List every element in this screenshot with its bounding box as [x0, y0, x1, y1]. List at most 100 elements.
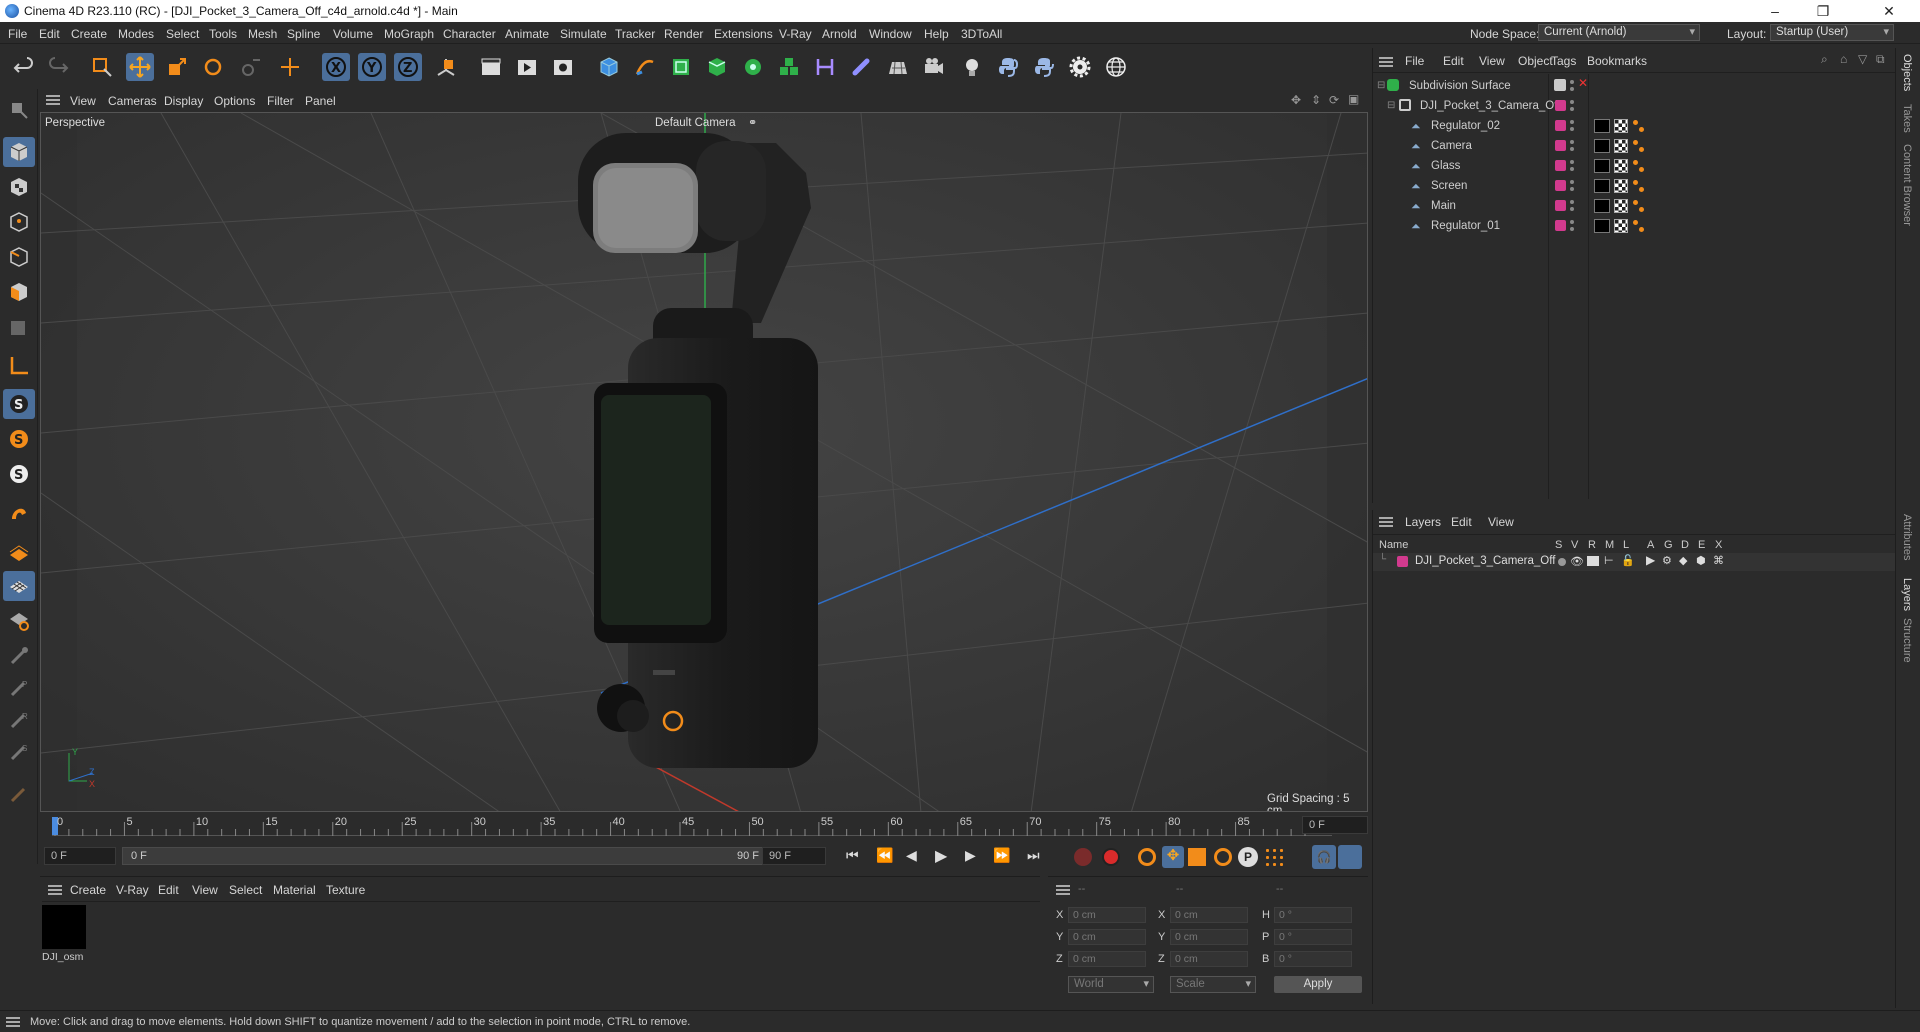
object-name[interactable]: Subdivision Surface [1409, 80, 1511, 92]
python-plugin-button[interactable] [1030, 53, 1058, 81]
python-button[interactable] [994, 53, 1022, 81]
layer-render-icon[interactable] [1587, 556, 1599, 566]
menu-simulate[interactable]: Simulate [560, 27, 607, 41]
tab-content-browser[interactable]: Content Browser [1901, 144, 1913, 226]
layer-menu-view[interactable]: View [1488, 515, 1514, 529]
uv-mode-button[interactable] [3, 314, 35, 344]
brush-tool-2[interactable]: P [3, 673, 35, 703]
tab-structure[interactable]: Structure [1901, 618, 1913, 663]
live-selection-button[interactable] [88, 53, 116, 81]
cloner-button[interactable] [739, 53, 767, 81]
menu-vray[interactable]: V-Ray [779, 27, 812, 41]
key-position-icon[interactable]: ✥ [1162, 846, 1184, 868]
move-tool-button[interactable] [126, 53, 154, 81]
previous-key-icon[interactable]: ⏪ [876, 847, 893, 864]
obj-menu-edit[interactable]: Edit [1443, 54, 1464, 68]
apply-button[interactable]: Apply [1274, 976, 1362, 993]
phong-tag-icon[interactable] [1632, 199, 1646, 213]
menu-mograph[interactable]: MoGraph [384, 27, 434, 41]
phong-tag-icon[interactable] [1632, 179, 1646, 193]
coord-rot-b-field[interactable]: 0 ° [1274, 951, 1352, 967]
uvw-tag-icon[interactable] [1614, 219, 1628, 233]
frame-range-slider[interactable]: 0 F 90 F [122, 847, 782, 865]
menu-tracker[interactable]: Tracker [615, 27, 655, 41]
obj-menu-view[interactable]: View [1479, 54, 1505, 68]
obj-menu-object[interactable]: Object [1518, 54, 1553, 68]
close-icon[interactable]: ✕ [1866, 1, 1912, 21]
object-row-screen[interactable]: ⏶ Screen [1373, 176, 1896, 196]
visibility-dots-icon[interactable] [1570, 199, 1574, 213]
layer-color-swatch[interactable] [1397, 556, 1408, 567]
obj-home-icon[interactable]: ⌂ [1840, 52, 1847, 66]
menu-render[interactable]: Render [664, 27, 703, 41]
record-disabled-icon[interactable] [1074, 848, 1092, 866]
layer-color-icon[interactable] [1555, 160, 1566, 171]
obj-search-icon[interactable]: ⌕ [1821, 52, 1828, 67]
layer-flag-d[interactable]: D [1681, 539, 1689, 551]
timeline-track[interactable]: 051015202530354045505560657075808590 [52, 816, 1332, 836]
viewport-maximize-icon[interactable]: ▣ [1348, 92, 1359, 106]
menu-modes[interactable]: Modes [118, 27, 154, 41]
layer-solo-icon[interactable] [1558, 558, 1566, 566]
coord-rot-p-field[interactable]: 0 ° [1274, 929, 1352, 945]
globe-button[interactable] [1102, 53, 1130, 81]
menu-spline[interactable]: Spline [287, 27, 320, 41]
undo-button[interactable] [10, 53, 38, 81]
phong-tag-icon[interactable] [1632, 219, 1646, 233]
uvw-tag-icon[interactable] [1614, 179, 1628, 193]
layer-name[interactable]: DJI_Pocket_3_Camera_Off [1415, 555, 1555, 567]
render-settings-button[interactable] [549, 53, 577, 81]
visibility-dots-icon[interactable] [1570, 79, 1574, 93]
menu-edit[interactable]: Edit [39, 27, 60, 41]
menu-3dtoall[interactable]: 3DToAll [961, 27, 1002, 41]
obj-new-window-icon[interactable]: ⧉ [1876, 52, 1885, 67]
coordinate-system-button[interactable] [432, 53, 460, 81]
previous-frame-icon[interactable]: ◀ [906, 847, 917, 864]
layout-select[interactable]: Startup (User) [1770, 24, 1894, 41]
subdivision-surface-button[interactable] [667, 53, 695, 81]
paint-tool-button[interactable] [3, 779, 35, 809]
layer-color-icon[interactable] [1555, 200, 1566, 211]
material-tag-icon[interactable] [1594, 159, 1610, 173]
render-view-button[interactable] [477, 53, 505, 81]
object-row-subdivision-surface[interactable]: ⊟ Subdivision Surface ✕ [1373, 76, 1896, 96]
planar-workplane-button[interactable] [3, 605, 35, 635]
mat-menu-select[interactable]: Select [229, 883, 262, 897]
coord-size-x-field[interactable]: 0 cm [1170, 907, 1248, 923]
menu-volume[interactable]: Volume [333, 27, 373, 41]
viewport-rotate-icon[interactable]: ⟳ [1329, 93, 1339, 107]
layer-color-icon[interactable] [1555, 100, 1566, 111]
object-name[interactable]: Main [1431, 200, 1456, 212]
material-tag-icon[interactable] [1594, 139, 1610, 153]
mat-menu-material[interactable]: Material [273, 883, 316, 897]
viewport-menu-display[interactable]: Display [164, 94, 203, 108]
phong-tag-icon[interactable] [1632, 119, 1646, 133]
play-icon[interactable]: ▶ [935, 846, 947, 866]
pen-spline-button[interactable] [631, 53, 659, 81]
extrude-button[interactable] [703, 53, 731, 81]
layer-manager-tree-icon[interactable]: ⊢ [1604, 554, 1614, 567]
object-name[interactable]: Camera [1431, 140, 1472, 152]
layer-deformer-icon[interactable]: ◆ [1679, 554, 1687, 567]
object-row-main[interactable]: ⏶ Main [1373, 196, 1896, 216]
mat-menu-create[interactable]: Create [70, 883, 106, 897]
key-scale-icon[interactable] [1188, 848, 1206, 866]
key-parameter-icon[interactable]: P [1238, 847, 1258, 867]
layer-flag-m[interactable]: M [1605, 539, 1614, 551]
menu-animate[interactable]: Animate [505, 27, 549, 41]
cube-button[interactable] [595, 53, 623, 81]
snap-settings-button[interactable]: S [3, 424, 35, 454]
object-menu-icon[interactable] [1379, 57, 1393, 67]
axis-mode-button[interactable] [3, 351, 35, 381]
layer-xref-icon[interactable]: ⌘ [1713, 554, 1724, 567]
redo-button[interactable] [44, 53, 72, 81]
material-tag-icon[interactable] [1594, 199, 1610, 213]
settings-button[interactable] [1066, 53, 1094, 81]
edges-mode-button[interactable] [3, 242, 35, 272]
tab-attributes[interactable]: Attributes [1901, 514, 1913, 560]
layer-menu-icon[interactable] [1379, 517, 1393, 527]
viewport-move-icon[interactable]: ✥ [1291, 93, 1301, 107]
viewport-dolly-icon[interactable]: ⇕ [1311, 93, 1321, 107]
uvw-tag-icon[interactable] [1614, 199, 1628, 213]
object-row-glass[interactable]: ⏶ Glass [1373, 156, 1896, 176]
